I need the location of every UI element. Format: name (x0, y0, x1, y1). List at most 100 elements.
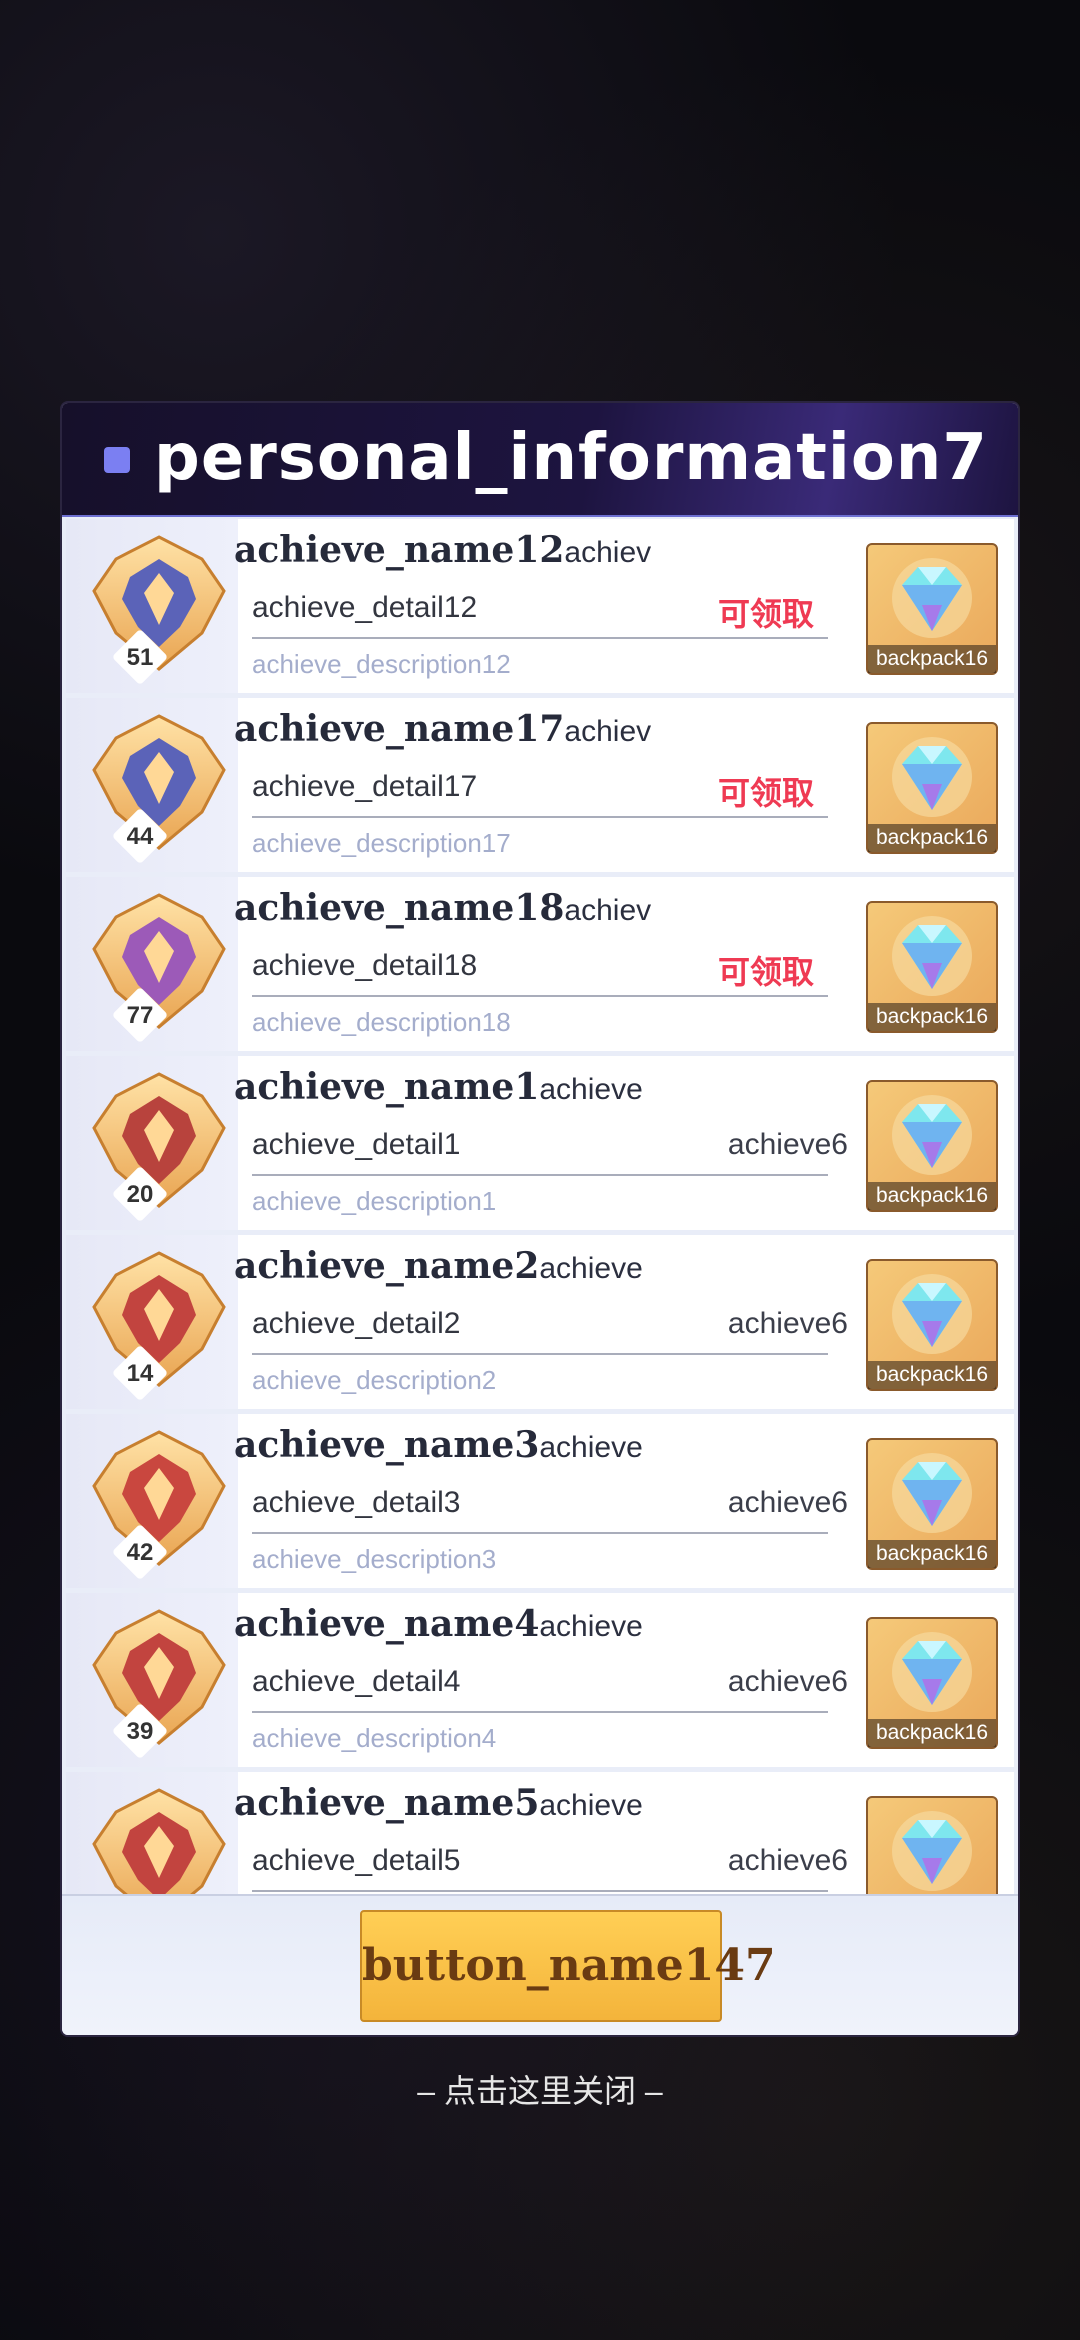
achievement-name: achieve_name12achiev (234, 529, 651, 571)
achievement-description: achieve_description1 (252, 1186, 497, 1216)
diamond-icon (892, 1632, 972, 1712)
achievement-detail: achieve_detail5 (252, 1844, 461, 1877)
reward-item[interactable]: backpack16 (866, 543, 998, 675)
reward-label: backpack16 (868, 1361, 996, 1389)
achievement-row[interactable]: 20 achieve_name1achieve achieve_detail1 … (66, 1056, 1014, 1230)
achievement-row[interactable]: 44 achieve_name17achiev achieve_detail17… (66, 698, 1014, 872)
close-hint[interactable]: – 点击这里关闭 – (0, 2066, 1080, 2112)
achievement-status[interactable]: 可领取 (718, 768, 814, 814)
achievement-description: achieve_description17 (252, 828, 511, 858)
achievement-name-text: achieve_name4 (234, 1603, 540, 1645)
achievement-description: achieve_description18 (252, 1007, 511, 1037)
achievement-status[interactable]: 可领取 (718, 947, 814, 993)
achievement-row[interactable]: achieve_name5achieve achieve_detail5 ach… (66, 1772, 1014, 1894)
reward-label: backpack16 (868, 1182, 996, 1210)
achievement-name: achieve_name3achieve (234, 1424, 643, 1466)
achievement-panel: personal_information7 51 achieve_name12a… (62, 403, 1018, 2035)
achievement-name-text: achieve_name5 (234, 1782, 540, 1824)
achievement-row[interactable]: 39 achieve_name4achieve achieve_detail4 … (66, 1593, 1014, 1767)
diamond-icon (892, 916, 972, 996)
badge-level: 44 (126, 823, 154, 850)
header-marker-icon (104, 447, 130, 473)
achievement-status: achieve6 (727, 1128, 848, 1161)
reward-label: backpack16 (868, 1719, 996, 1747)
reward-label: backpack16 (868, 645, 996, 673)
reward-item[interactable]: backpack16 (866, 901, 998, 1033)
reward-label: backpack16 (868, 1003, 996, 1031)
achievement-name: achieve_name2achieve (234, 1245, 643, 1287)
achievement-name-suffix: achieve (539, 1252, 643, 1285)
achievement-name: achieve_name17achiev (234, 708, 651, 750)
achievement-badge-icon (84, 1782, 234, 1894)
reward-item[interactable]: backpack16 (866, 1617, 998, 1749)
achievement-status: achieve6 (727, 1486, 848, 1519)
achievement-description: achieve_description4 (252, 1723, 497, 1753)
diamond-icon (892, 1811, 972, 1891)
achievement-status[interactable]: 可领取 (718, 589, 814, 635)
achievement-row[interactable]: 51 achieve_name12achiev achieve_detail12… (66, 519, 1014, 693)
achievement-name: achieve_name4achieve (234, 1603, 643, 1645)
diamond-icon (892, 737, 972, 817)
reward-label: backpack16 (868, 824, 996, 852)
row-divider (252, 1174, 828, 1176)
badge-level: 14 (126, 1360, 154, 1387)
achievement-detail: achieve_detail18 (252, 949, 478, 982)
reward-item[interactable] (866, 1796, 998, 1894)
achievement-name-text: achieve_name3 (234, 1424, 540, 1466)
achievement-row[interactable]: 14 achieve_name2achieve achieve_detail2 … (66, 1235, 1014, 1409)
achievement-name: achieve_name1achieve (234, 1066, 643, 1108)
achievement-row[interactable]: 42 achieve_name3achieve achieve_detail3 … (66, 1414, 1014, 1588)
achievement-detail: achieve_detail3 (252, 1486, 461, 1519)
reward-label: backpack16 (868, 1540, 996, 1568)
panel-header: personal_information7 (62, 403, 1018, 517)
row-divider (252, 1711, 828, 1713)
achievement-name-text: achieve_name1 (234, 1066, 540, 1108)
row-divider (252, 995, 828, 997)
achievement-detail: achieve_detail1 (252, 1128, 461, 1161)
row-divider (252, 816, 828, 818)
achievement-name-text: achieve_name12 (234, 529, 565, 571)
badge-level: 42 (126, 1539, 154, 1566)
achievement-detail: achieve_detail2 (252, 1307, 461, 1340)
badge-level: 39 (126, 1718, 154, 1745)
achievement-status: achieve6 (727, 1665, 848, 1698)
reward-item[interactable]: backpack16 (866, 722, 998, 854)
achievement-description: achieve_description12 (252, 649, 511, 679)
achievement-name-suffix: achieve (539, 1789, 643, 1822)
row-divider (252, 1890, 828, 1892)
achievement-status: achieve6 (727, 1307, 848, 1340)
achievement-detail: achieve_detail17 (252, 770, 478, 803)
row-divider (252, 1532, 828, 1534)
achievement-detail: achieve_detail12 (252, 591, 478, 624)
achievement-row[interactable]: 77 achieve_name18achiev achieve_detail18… (66, 877, 1014, 1051)
achievement-status: achieve6 (727, 1844, 848, 1877)
reward-item[interactable]: backpack16 (866, 1080, 998, 1212)
achievement-name-suffix: achiev (564, 715, 652, 748)
achievement-description: achieve_description3 (252, 1544, 497, 1574)
achievement-name: achieve_name5achieve (234, 1782, 643, 1824)
diamond-icon (892, 1095, 972, 1175)
row-divider (252, 637, 828, 639)
achievement-detail: achieve_detail4 (252, 1665, 461, 1698)
claim-button[interactable]: button_name147 (360, 1910, 776, 2022)
achievement-name-text: achieve_name18 (234, 887, 565, 929)
diamond-icon (892, 1453, 972, 1533)
achievement-list[interactable]: 51 achieve_name12achiev achieve_detail12… (62, 517, 1018, 1894)
row-divider (252, 1353, 828, 1355)
panel-title: personal_information7 (154, 421, 988, 495)
badge-level: 51 (126, 644, 154, 671)
diamond-icon (892, 558, 972, 638)
reward-item[interactable]: backpack16 (866, 1438, 998, 1570)
achievement-name-suffix: achieve (539, 1073, 643, 1106)
achievement-name-text: achieve_name17 (234, 708, 565, 750)
achievement-name-suffix: achieve (539, 1431, 643, 1464)
reward-item[interactable]: backpack16 (866, 1259, 998, 1391)
achievement-name-suffix: achiev (564, 894, 652, 927)
badge-level: 20 (126, 1181, 154, 1208)
achievement-description: achieve_description2 (252, 1365, 497, 1395)
achievement-name-suffix: achieve (539, 1610, 643, 1643)
badge-level: 77 (126, 1002, 154, 1029)
achievement-name-suffix: achiev (564, 536, 652, 569)
panel-footer: button_name147 (62, 1894, 1018, 2035)
diamond-icon (892, 1274, 972, 1354)
